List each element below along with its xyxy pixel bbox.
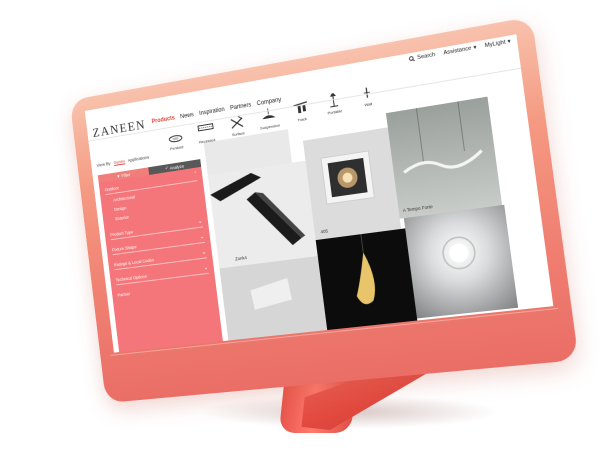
sidebar-item-label: Ratings & Local Codes	[113, 257, 155, 268]
website-screen: Search Assistance ▾ MyLight ▾ ZANEEN Pro…	[84, 34, 554, 353]
sidebar-item-label: Product Type	[109, 229, 134, 238]
monitor-assembly: Search Assistance ▾ MyLight ▾ ZANEEN Pro…	[14, 0, 600, 475]
product-image-linear	[208, 171, 306, 251]
category-label: Suspension	[259, 122, 281, 131]
view-by-series[interactable]: Series	[114, 159, 126, 165]
view-by-label: View By	[96, 160, 111, 168]
product-image-pendant	[386, 97, 502, 219]
sidebar-item-label: Fixture Shape	[111, 244, 137, 253]
product-caption: 405	[320, 228, 329, 235]
category-label: Track	[297, 115, 308, 123]
chevron-down-icon: ⌄	[203, 265, 209, 272]
mylight-menu[interactable]: MyLight ▾	[485, 39, 512, 50]
chevron-down-icon: ▾	[473, 44, 477, 52]
product-tile[interactable]	[219, 256, 328, 341]
product-image-starburst	[404, 205, 518, 319]
chevron-down-icon: ⌄	[199, 234, 205, 241]
sidebar-item-label: Technical Options	[115, 273, 148, 283]
product-tile[interactable]: A Tempo Forte	[385, 96, 503, 219]
product-tile[interactable]	[315, 228, 418, 331]
filter-panel: Outdoor ˆ Architectural Design Exterior …	[98, 166, 223, 353]
product-image-wall	[249, 277, 293, 311]
product-tile[interactable]	[403, 204, 519, 319]
product-image-gold-lamp	[351, 228, 378, 306]
track-icon	[293, 100, 307, 114]
product-image-recessed	[303, 127, 401, 240]
view-by-applications[interactable]: Applications	[127, 155, 149, 163]
chevron-down-icon: ▾	[507, 38, 512, 46]
sidebar-item-label: Architectural	[112, 194, 136, 203]
chevron-down-icon: ⌄	[197, 218, 203, 226]
tab-filter-label: Filter	[121, 171, 131, 178]
recessed-icon	[195, 121, 217, 138]
brand-logo[interactable]: ZANEEN	[92, 117, 147, 141]
chevron-down-icon: ⌄	[201, 249, 207, 256]
chevron-up-icon: ˆ	[194, 172, 198, 179]
sidebar-item-label: Exterior	[115, 214, 130, 222]
sidebar-item-label: Outdoor	[104, 185, 120, 193]
product-tile[interactable]: 405	[302, 127, 402, 241]
search-label: Search	[416, 51, 436, 62]
search-icon	[409, 55, 416, 62]
category-label: Portable	[327, 108, 343, 116]
filter-sidebar: ▼ Filter ✓ Analyze Outdoor ˆ Architectur…	[97, 159, 223, 353]
mylight-label: MyLight	[484, 39, 506, 50]
sidebar-item-label: Design	[113, 205, 127, 212]
category-label: Wall	[364, 101, 373, 108]
product-tile[interactable]: Zonk4	[207, 160, 318, 269]
pendant-icon	[165, 128, 186, 145]
sidebar-item-label: Partner	[117, 291, 131, 298]
search-link[interactable]: Search	[409, 52, 436, 63]
category-portable[interactable]: Portable	[315, 90, 353, 117]
assistance-menu[interactable]: Assistance ▾	[443, 45, 477, 57]
assistance-label: Assistance	[443, 45, 472, 57]
